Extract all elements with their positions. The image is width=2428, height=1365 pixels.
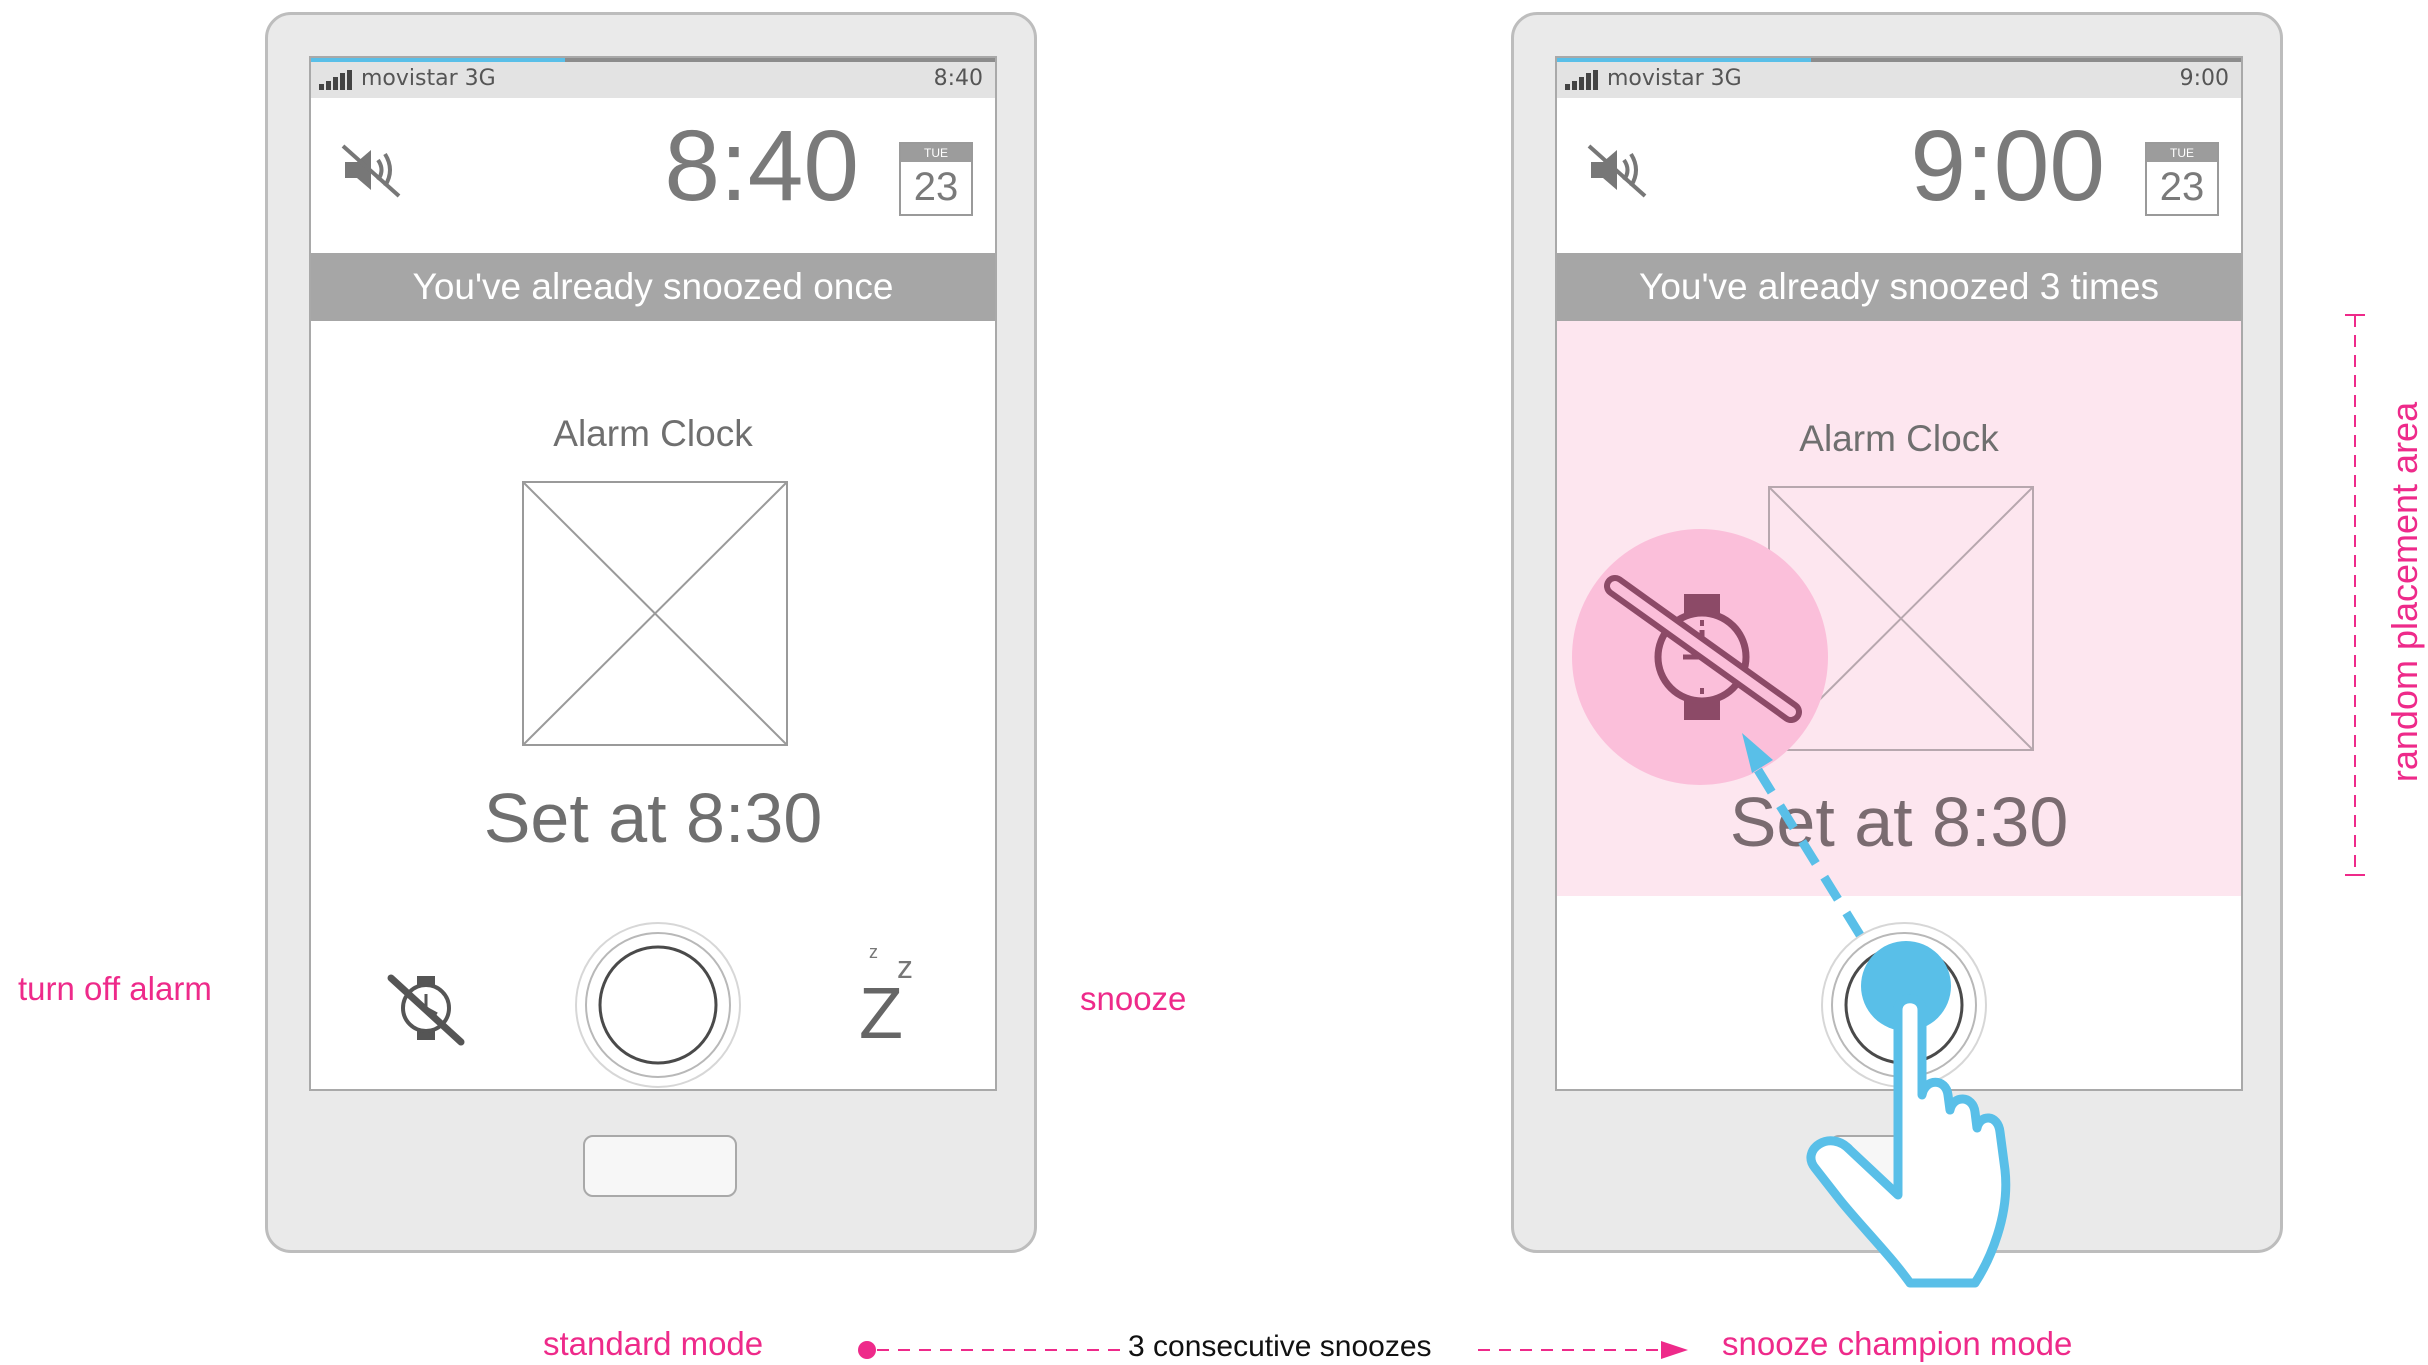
touch-hand-icon [1806, 994, 2011, 1288]
flow-arrow-right [1478, 1341, 1688, 1359]
transition-label: 3 consecutive snoozes [1128, 1330, 1432, 1363]
snooze-label: snooze [1080, 980, 1187, 1017]
flow-line-left [858, 1341, 1120, 1359]
snooze-champion-mode-label: snooze champion mode [1722, 1325, 2073, 1362]
gesture-overlay [1742, 733, 2011, 1288]
turn-off-alarm-label: turn off alarm [18, 970, 212, 1007]
placement-area-bracket [2345, 314, 2365, 876]
random-placement-area-label: random placement area [2384, 401, 2425, 783]
standard-mode-label: standard mode [543, 1325, 764, 1362]
drag-arrow-icon [1742, 733, 1864, 938]
